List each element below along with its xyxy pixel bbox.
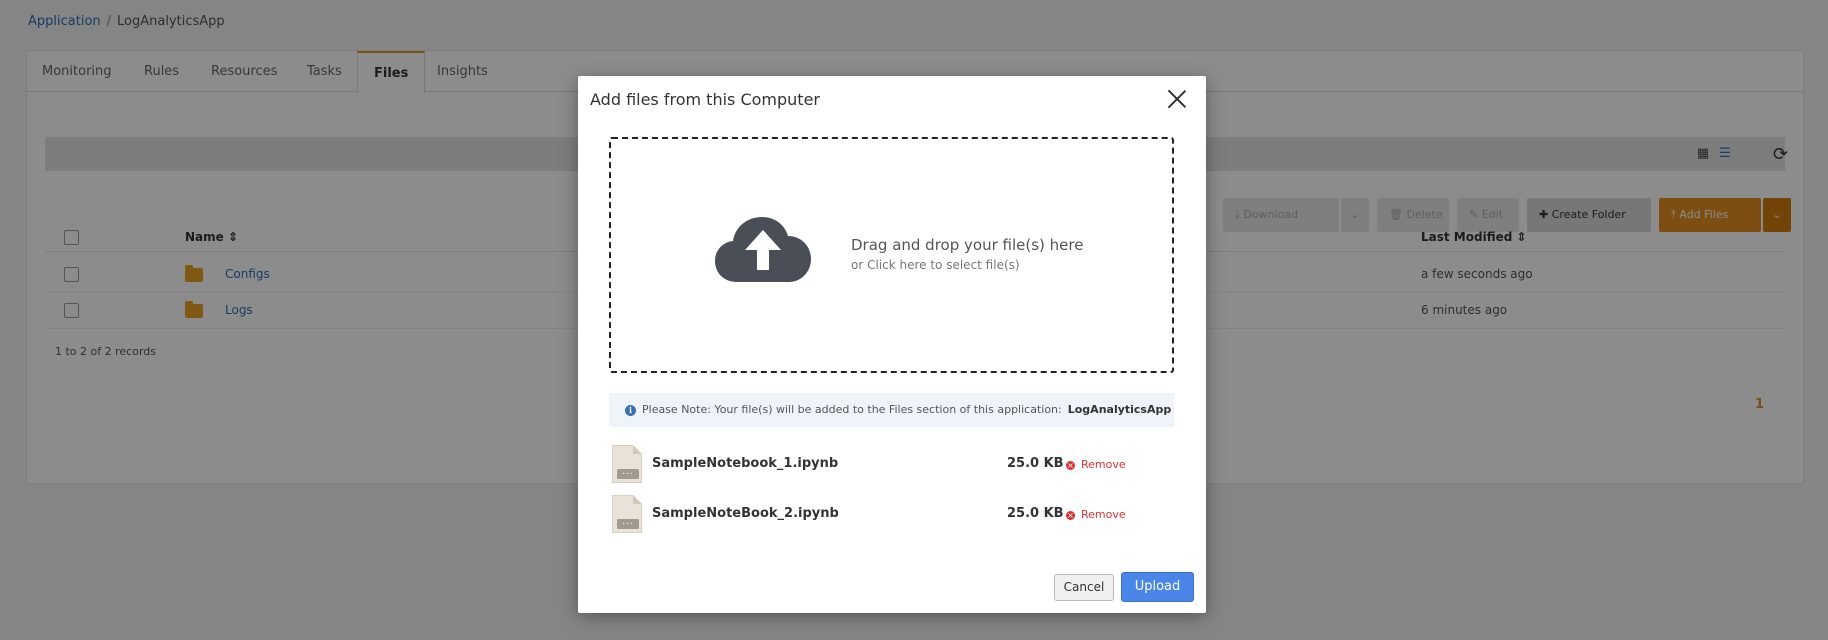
file-name: SampleNoteBook_2.ipynb	[652, 506, 839, 521]
selected-file-item: ... SampleNotebook_1.ipynb 25.0 KB × Remo…	[612, 445, 1172, 485]
upload-note: i Please Note: Your file(s) will be added…	[609, 393, 1174, 427]
remove-icon: ×	[1066, 511, 1075, 520]
file-dots: ...	[617, 468, 639, 479]
file-size: 25.0 KB	[1007, 506, 1064, 521]
remove-label: Remove	[1081, 458, 1126, 471]
dropzone-secondary-text: or Click here to select file(s)	[851, 258, 1020, 272]
cloud-upload-icon	[715, 217, 811, 282]
upload-button[interactable]: Upload	[1121, 572, 1194, 602]
remove-label: Remove	[1081, 508, 1126, 521]
file-dropzone[interactable]: Drag and drop your file(s) here or Click…	[609, 137, 1174, 373]
remove-file-button[interactable]: × Remove	[1066, 458, 1126, 471]
remove-icon: ×	[1066, 461, 1075, 470]
note-text: Please Note: Your file(s) will be added …	[642, 403, 1062, 416]
dropzone-primary-text: Drag and drop your file(s) here	[851, 236, 1084, 254]
info-icon: i	[625, 404, 636, 416]
cancel-button[interactable]: Cancel	[1054, 574, 1114, 601]
file-name: SampleNotebook_1.ipynb	[652, 456, 839, 471]
dialog-title: Add files from this Computer	[590, 90, 820, 109]
file-size: 25.0 KB	[1007, 456, 1064, 471]
file-icon: ...	[612, 495, 642, 533]
selected-file-item: ... SampleNoteBook_2.ipynb 25.0 KB × Remo…	[612, 495, 1172, 535]
remove-file-button[interactable]: × Remove	[1066, 508, 1126, 521]
note-app-name: LogAnalyticsApp	[1067, 403, 1172, 416]
file-icon: ...	[612, 445, 642, 483]
file-dots: ...	[617, 518, 639, 529]
close-icon[interactable]	[1164, 86, 1190, 112]
add-files-dialog: Add files from this Computer Drag and dr…	[578, 76, 1206, 613]
